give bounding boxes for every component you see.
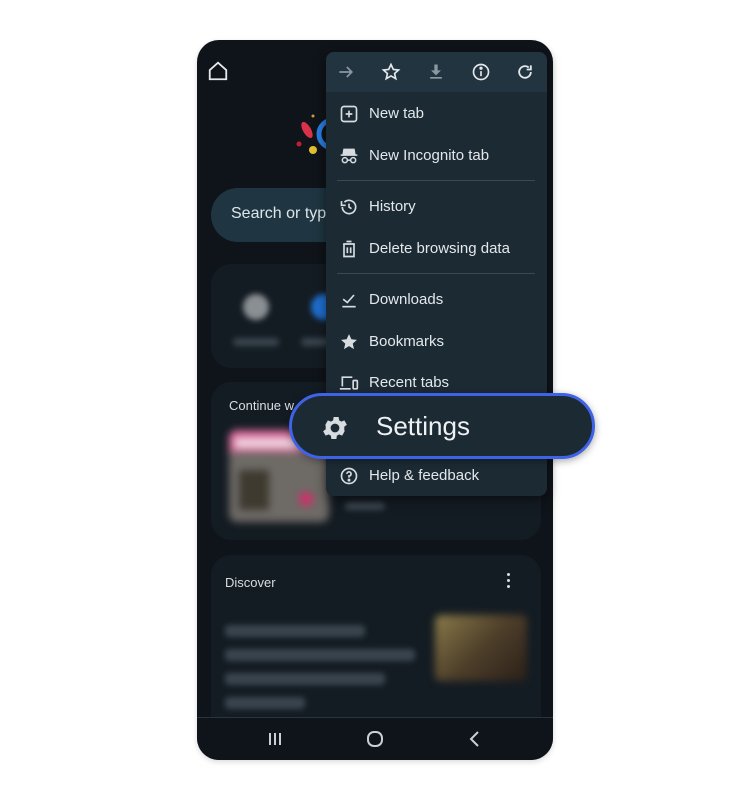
forward-arrow-icon [339, 66, 354, 78]
menu-divider [337, 180, 535, 181]
info-icon [472, 63, 490, 81]
gear-icon [323, 417, 347, 439]
back-button[interactable] [465, 729, 485, 749]
menu-divider [337, 273, 535, 274]
download-button[interactable] [426, 62, 446, 82]
menu-item-help-feedback[interactable]: Help & feedback [326, 456, 547, 496]
continue-title: Continue w [229, 398, 295, 413]
home-button[interactable] [207, 60, 229, 82]
home-nav-button[interactable] [365, 729, 385, 749]
menu-item-new-incognito-tab[interactable]: New Incognito tab [326, 136, 547, 176]
menu-item-label: New tab [369, 105, 425, 122]
home-circle-icon [367, 731, 383, 747]
menu-item-label: Help & feedback [369, 467, 480, 484]
star-icon [341, 334, 357, 350]
menu-item-bookmarks[interactable]: Bookmarks [326, 322, 547, 362]
more-vert-icon[interactable] [503, 573, 513, 591]
star-outline-icon [381, 62, 401, 81]
menu-item-label: History [369, 198, 416, 215]
new-tab-icon [340, 105, 358, 123]
menu-item-new-tab[interactable]: New tab [326, 94, 547, 134]
home-icon [208, 61, 228, 81]
menu-item-delete-browsing-data[interactable]: Delete browsing data [326, 229, 547, 269]
menu-item-label: Bookmarks [369, 333, 445, 350]
settings-label: Settings [376, 411, 470, 441]
continue-meta [345, 502, 385, 510]
menu-item-label: Downloads [369, 291, 444, 308]
recent-apps-icon [269, 733, 281, 745]
shortcut-icon[interactable] [243, 294, 269, 320]
back-chevron-icon [469, 731, 479, 747]
shortcut-label [233, 338, 279, 346]
trash-icon [343, 240, 355, 258]
system-navbar [197, 717, 553, 760]
downloads-check-icon [342, 294, 356, 308]
article-thumbnail[interactable] [435, 615, 527, 681]
reload-button[interactable] [515, 62, 535, 82]
recent-apps-button[interactable] [265, 729, 285, 749]
search-placeholder: Search or typ [231, 205, 327, 222]
page-info-button[interactable] [471, 62, 491, 82]
menu-item-label: New Incognito tab [369, 147, 490, 164]
forward-button[interactable] [336, 62, 356, 82]
menu-item-downloads[interactable]: Downloads [326, 280, 547, 320]
help-icon [340, 467, 358, 485]
devices-icon [339, 376, 359, 390]
discover-title: Discover [225, 575, 276, 590]
menu-item-label: Recent tabs [369, 374, 450, 391]
incognito-icon [340, 148, 358, 164]
menu-item-label: Delete browsing data [369, 240, 510, 257]
menu-item-settings-highlighted[interactable]: Settings [289, 393, 595, 459]
history-icon [340, 199, 357, 215]
download-icon [430, 64, 442, 79]
bookmark-button[interactable] [381, 62, 401, 82]
refresh-icon [518, 65, 532, 79]
menu-toolbar [326, 52, 547, 92]
menu-item-history[interactable]: History [326, 187, 547, 227]
